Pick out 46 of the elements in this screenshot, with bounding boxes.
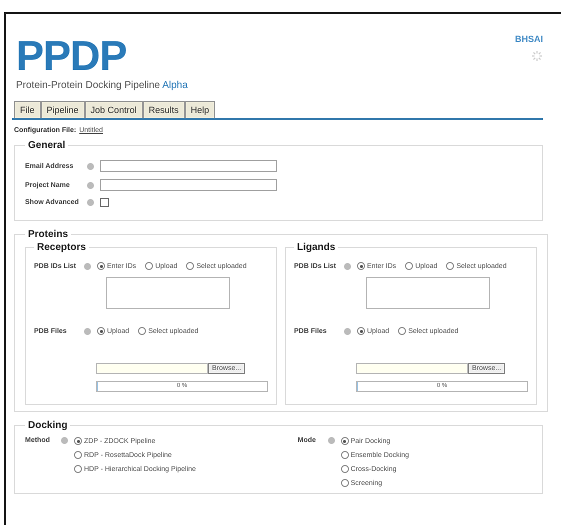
menu-tab[interactable]: Job Control — [84, 101, 143, 118]
ids-text-area[interactable] — [106, 277, 230, 309]
help-icon[interactable] — [344, 262, 351, 270]
section-title: Docking — [27, 420, 68, 431]
help-icon[interactable] — [344, 328, 351, 334]
radio-button[interactable] — [405, 262, 414, 270]
checkbox[interactable] — [100, 198, 109, 207]
menu-tab[interactable]: File — [14, 101, 41, 118]
help-icon[interactable] — [87, 162, 94, 170]
radio-button[interactable] — [74, 437, 82, 445]
radio-button[interactable] — [97, 262, 105, 270]
ids-text-area[interactable] — [366, 277, 490, 309]
help-icon[interactable] — [87, 199, 94, 206]
radio-button[interactable] — [97, 327, 105, 335]
project-name-field[interactable] — [100, 179, 277, 191]
menu-tab[interactable]: Pipeline — [40, 101, 85, 118]
help-icon[interactable] — [328, 437, 335, 444]
section-title: Proteins — [27, 229, 70, 240]
radio-button[interactable] — [398, 327, 406, 335]
app-logo: PPDP — [16, 34, 128, 78]
help-icon[interactable] — [87, 182, 94, 188]
app-subtitle: Protein-Protein Docking Pipeline Alpha — [16, 80, 188, 91]
radio-button[interactable] — [446, 262, 454, 270]
menu-tab[interactable]: Results — [142, 101, 185, 118]
radio-button[interactable] — [145, 262, 154, 270]
radio-button[interactable] — [340, 437, 349, 445]
radio-button[interactable] — [340, 465, 349, 473]
radio-button[interactable] — [357, 262, 365, 270]
help-icon[interactable] — [84, 262, 91, 270]
radio-button[interactable] — [357, 327, 365, 335]
group-title: Receptors — [36, 242, 87, 253]
help-icon[interactable] — [84, 328, 91, 334]
help-icon[interactable] — [61, 437, 68, 444]
group-title: Ligands — [296, 242, 336, 253]
radio-button[interactable] — [74, 451, 82, 459]
file-path-field[interactable] — [356, 363, 468, 374]
menu-tab[interactable]: Help — [184, 101, 216, 118]
radio-button[interactable] — [186, 262, 194, 270]
radio-button[interactable] — [340, 479, 349, 487]
email-field[interactable] — [100, 160, 277, 172]
section-title: General — [27, 140, 66, 151]
radio-button[interactable] — [138, 327, 146, 335]
radio-button[interactable] — [74, 465, 82, 473]
spinner-icon — [531, 50, 543, 62]
file-path-field[interactable] — [96, 363, 208, 374]
radio-button[interactable] — [340, 451, 349, 459]
